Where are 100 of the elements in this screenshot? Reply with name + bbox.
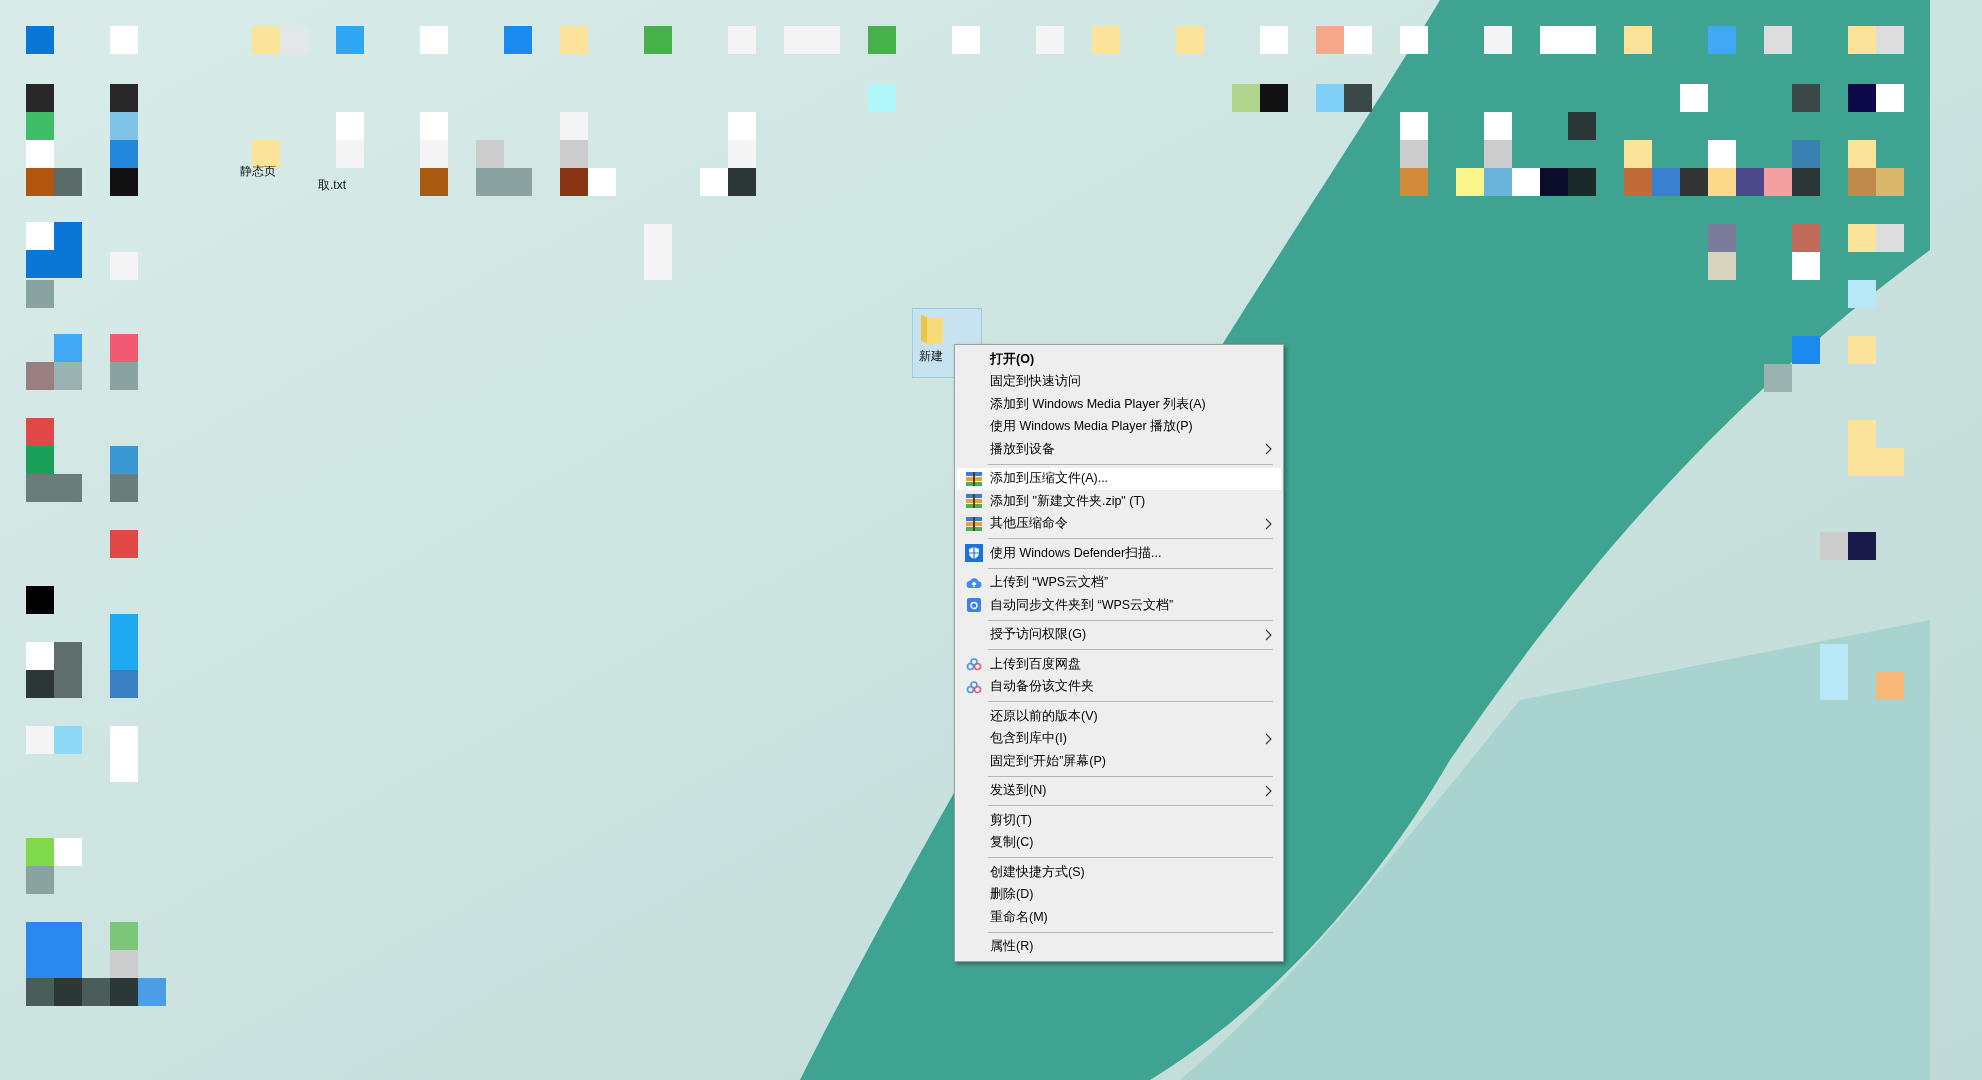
- pixelated-icon-tile: [1484, 168, 1512, 196]
- pixelated-icon-tile: [110, 84, 138, 112]
- archive-icon: [965, 516, 982, 531]
- pixelated-icon-tile: [1568, 26, 1596, 54]
- pixelated-icon-tile: [1316, 26, 1344, 54]
- pixelated-icon-tile: [26, 474, 54, 502]
- pixelated-icon-tile: [26, 586, 54, 614]
- pixelated-icon-tile: [644, 26, 672, 54]
- pixelated-icon-tile: [1708, 140, 1736, 168]
- desktop-icon-label: 取.txt: [318, 177, 346, 194]
- menu-item[interactable]: 删除(D): [957, 883, 1281, 906]
- menu-item-label: 发送到(N): [990, 782, 1048, 800]
- pixelated-icon-tile: [700, 168, 728, 196]
- menu-item[interactable]: 还原以前的版本(V): [957, 705, 1281, 728]
- menu-item[interactable]: 上传到 “WPS云文档”: [957, 571, 1281, 594]
- pixelated-icon-tile: [110, 530, 138, 558]
- pixelated-icon-tile: [110, 140, 138, 168]
- pixelated-icon-tile: [26, 250, 54, 278]
- pixelated-icon-tile: [26, 418, 54, 446]
- menu-item-label: 使用 Windows Defender扫描...: [990, 544, 1163, 562]
- menu-item[interactable]: 播放到设备: [957, 438, 1281, 461]
- menu-item[interactable]: 创建快捷方式(S): [957, 861, 1281, 884]
- pixelated-icon-tile: [1680, 84, 1708, 112]
- menu-item[interactable]: 自动备份该文件夹: [957, 675, 1281, 698]
- pixelated-icon-tile: [1764, 168, 1792, 196]
- menu-item-label: 包含到库中(I): [990, 730, 1068, 748]
- menu-item[interactable]: 添加到压缩文件(A)...: [957, 467, 1281, 490]
- menu-item[interactable]: 添加到 "新建文件夹.zip" (T): [957, 490, 1281, 513]
- pixelated-icon-tile: [26, 838, 54, 866]
- cloud-upload-icon: [965, 575, 982, 590]
- pixelated-icon-tile: [110, 252, 138, 280]
- pixelated-icon-tile: [812, 26, 840, 54]
- menu-item[interactable]: 使用 Windows Defender扫描...: [957, 542, 1281, 565]
- pixelated-icon-tile: [110, 474, 138, 502]
- pixelated-icon-tile: [1792, 168, 1820, 196]
- menu-item[interactable]: 属性(R): [957, 935, 1281, 958]
- pixelated-icon-tile: [54, 838, 82, 866]
- menu-item[interactable]: 复制(C): [957, 831, 1281, 854]
- pixelated-icon-tile: [1848, 168, 1876, 196]
- pixelated-icon-tile: [110, 754, 138, 782]
- pixelated-icon-tile: [1400, 112, 1428, 140]
- pixelated-icon-tile: [1232, 84, 1260, 112]
- pixelated-icon-tile: [1848, 420, 1876, 448]
- menu-item[interactable]: 使用 Windows Media Player 播放(P): [957, 415, 1281, 438]
- pixelated-icon-tile: [1876, 448, 1904, 476]
- pixelated-icon-tile: [1792, 252, 1820, 280]
- menu-item[interactable]: 添加到 Windows Media Player 列表(A): [957, 393, 1281, 416]
- pixelated-icon-tile: [1848, 84, 1876, 112]
- pixelated-icon-tile: [1848, 26, 1876, 54]
- pixelated-icon-tile: [560, 140, 588, 168]
- pixelated-icon-tile: [110, 726, 138, 754]
- pixelated-icon-tile: [1400, 26, 1428, 54]
- pixelated-icon-tile: [1848, 224, 1876, 252]
- menu-item[interactable]: 固定到“开始”屏幕(P): [957, 750, 1281, 773]
- pixelated-icon-tile: [1764, 26, 1792, 54]
- pixelated-icon-tile: [1876, 84, 1904, 112]
- sync-folder-icon: [966, 598, 981, 613]
- menu-item-label: 属性(R): [990, 938, 1035, 956]
- pixelated-icon-tile: [26, 642, 54, 670]
- pixelated-icon-tile: [1344, 26, 1372, 54]
- menu-item[interactable]: 授予访问权限(G): [957, 623, 1281, 646]
- pixelated-icon-tile: [26, 362, 54, 390]
- pixelated-icon-tile: [1400, 140, 1428, 168]
- menu-item-label: 还原以前的版本(V): [990, 707, 1099, 725]
- pixelated-icon-tile: [26, 446, 54, 474]
- pixelated-icon-tile: [420, 140, 448, 168]
- menu-item[interactable]: 包含到库中(I): [957, 727, 1281, 750]
- pixelated-icon-tile: [868, 84, 896, 112]
- pixelated-icon-tile: [504, 26, 532, 54]
- menu-item-label: 自动同步文件夹到 “WPS云文档”: [990, 596, 1175, 614]
- menu-item[interactable]: 自动同步文件夹到 “WPS云文档”: [957, 594, 1281, 617]
- menu-item[interactable]: 剪切(T): [957, 809, 1281, 832]
- pixelated-icon-tile: [1540, 26, 1568, 54]
- pixelated-icon-tile: [784, 26, 812, 54]
- menu-item[interactable]: 上传到百度网盘: [957, 653, 1281, 676]
- pixelated-icon-tile: [560, 168, 588, 196]
- menu-item-label: 复制(C): [990, 834, 1035, 852]
- pixelated-icon-tile: [1624, 168, 1652, 196]
- pixelated-icon-tile: [26, 140, 54, 168]
- pixelated-icon-tile: [504, 168, 532, 196]
- pixelated-icon-tile: [1792, 224, 1820, 252]
- pixelated-icon-tile: [1764, 364, 1792, 392]
- pixelated-icon-tile: [1540, 168, 1568, 196]
- pixelated-icon-tile: [1260, 84, 1288, 112]
- cloud-rings-icon: [965, 657, 982, 672]
- menu-item-label: 其他压缩命令: [990, 515, 1069, 533]
- pixelated-icon-tile: [588, 168, 616, 196]
- pixelated-icon-tile: [54, 222, 82, 250]
- menu-item[interactable]: 重命名(M): [957, 906, 1281, 929]
- pixelated-icon-tile: [26, 84, 54, 112]
- pixelated-icon-tile: [728, 112, 756, 140]
- menu-item-label: 打开(O): [990, 350, 1036, 368]
- pixelated-icon-tile: [110, 670, 138, 698]
- menu-item[interactable]: 其他压缩命令: [957, 512, 1281, 535]
- menu-item[interactable]: 发送到(N): [957, 779, 1281, 802]
- pixelated-icon-tile: [1176, 26, 1204, 54]
- pixelated-icon-tile: [1876, 168, 1904, 196]
- pixelated-icon-tile: [420, 26, 448, 54]
- pixelated-icon-tile: [26, 978, 54, 1006]
- menu-item-label: 自动备份该文件夹: [990, 678, 1095, 696]
